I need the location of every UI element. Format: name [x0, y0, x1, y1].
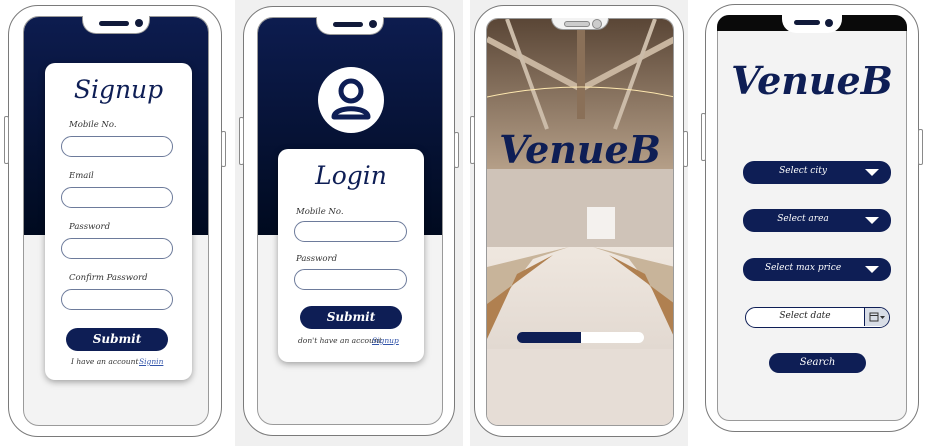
- progress-fill: [517, 332, 581, 343]
- caret-down-icon: [865, 169, 879, 176]
- side-button-right: [683, 131, 688, 167]
- submit-button[interactable]: Submit: [66, 328, 168, 351]
- select-city[interactable]: Select city: [743, 161, 891, 184]
- side-button-left: [701, 113, 706, 161]
- field-label: Email: [69, 171, 94, 181]
- caret-down-icon: [865, 266, 879, 273]
- speaker: [564, 21, 590, 27]
- select-label: Select area: [777, 214, 829, 224]
- calendar-icon[interactable]: [864, 308, 889, 326]
- speaker: [333, 22, 363, 27]
- notch: [316, 17, 384, 35]
- submit-button[interactable]: Submit: [300, 306, 402, 329]
- camera: [825, 19, 833, 27]
- notch: [82, 16, 150, 34]
- phone-splash: VenueB: [470, 5, 688, 437]
- select-label: Select max price: [764, 263, 842, 273]
- page-title: Signup: [73, 75, 164, 104]
- date-label: Select date: [779, 311, 831, 321]
- footer-text: don't have an account: [298, 336, 382, 345]
- camera: [369, 20, 377, 28]
- field-label: Mobile No.: [296, 207, 344, 217]
- speaker: [99, 21, 129, 26]
- phone-login: Login Mobile No. Password Submit don't h…: [239, 6, 459, 436]
- field-label: Password: [69, 222, 111, 232]
- field-label: Mobile No.: [69, 120, 117, 130]
- select-max-price[interactable]: Select max price: [743, 258, 891, 281]
- camera: [592, 19, 602, 29]
- speaker: [794, 20, 820, 25]
- select-label: Select city: [779, 166, 827, 176]
- password-input[interactable]: [61, 238, 173, 259]
- brand-logo: VenueB: [731, 58, 893, 103]
- notch: [782, 15, 842, 33]
- field-label: Confirm Password: [69, 273, 148, 283]
- mobile-input[interactable]: [294, 221, 407, 242]
- notch: [551, 18, 609, 30]
- date-picker[interactable]: Select date: [745, 307, 890, 328]
- email-input[interactable]: [61, 187, 173, 208]
- side-button-right: [221, 131, 226, 167]
- page-title: Login: [315, 161, 387, 190]
- confirm-password-input[interactable]: [61, 289, 173, 310]
- screen-splash: VenueB: [486, 18, 674, 426]
- side-button-left: [4, 116, 9, 164]
- signin-link[interactable]: Signin: [139, 357, 163, 366]
- mobile-input[interactable]: [61, 136, 173, 157]
- signup-card: Signup Mobile No. Email Password Confirm…: [45, 63, 192, 380]
- brand-logo: VenueB: [499, 127, 661, 172]
- side-button-left: [239, 117, 244, 165]
- loading-progress-bar: [517, 332, 644, 343]
- signup-link[interactable]: Signup: [372, 336, 399, 345]
- screen-login: Login Mobile No. Password Submit don't h…: [257, 17, 443, 425]
- login-card: Login Mobile No. Password Submit don't h…: [278, 149, 424, 362]
- side-button-right: [454, 132, 459, 168]
- side-button-right: [918, 129, 923, 165]
- select-area[interactable]: Select area: [743, 209, 891, 232]
- footer-text: I have an account: [71, 357, 139, 366]
- phone-signup: Signup Mobile No. Email Password Confirm…: [4, 5, 226, 437]
- screen-search: VenueB Select city Select area Select ma…: [717, 15, 907, 421]
- side-button-left: [470, 116, 475, 164]
- caret-down-icon: [865, 217, 879, 224]
- field-label: Password: [296, 254, 338, 264]
- phone-search: VenueB Select city Select area Select ma…: [701, 4, 923, 432]
- venue-background-image: [487, 19, 673, 425]
- camera: [135, 19, 143, 27]
- search-button[interactable]: Search: [769, 353, 866, 373]
- user-avatar-icon: [318, 67, 384, 133]
- password-input[interactable]: [294, 269, 407, 290]
- screen-signup: Signup Mobile No. Email Password Confirm…: [23, 16, 209, 426]
